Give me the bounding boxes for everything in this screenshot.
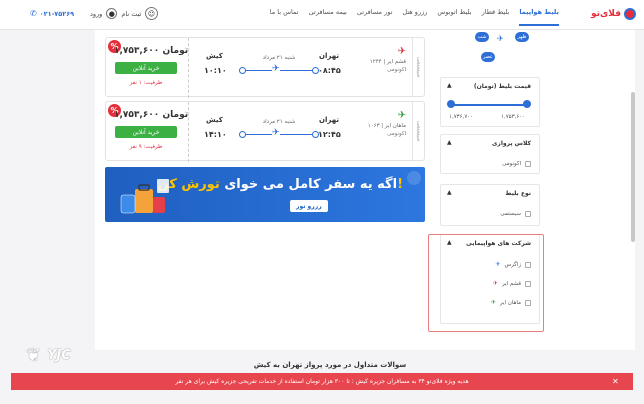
watermark-text: YJC <box>47 348 71 363</box>
nav-contact[interactable]: تماس با ما <box>270 8 299 26</box>
nav-train[interactable]: بلیط قطار <box>482 8 510 26</box>
banner-headline: اگه یه سفر کامل می خوای تورش کن! <box>157 177 403 192</box>
ticket-type-option-system[interactable]: سیستمی <box>500 211 531 217</box>
tour-promo-banner[interactable]: اگه یه سفر کامل می خوای تورش کن! رزرو تو… <box>105 167 425 222</box>
banner-decoration <box>407 171 421 185</box>
flight-card[interactable]: سیستمی ✈ ماهان ایر | ۱۰۶۳ اکونومی تهران … <box>105 101 425 162</box>
site-logo[interactable]: فلای‌تو <box>591 8 636 20</box>
plane-icon: ✈ <box>272 128 280 138</box>
login-link[interactable]: ورود <box>90 10 102 18</box>
collapse-caret-icon[interactable]: ▲ <box>447 189 452 196</box>
page-scrollbar[interactable] <box>631 92 635 242</box>
collapse-caret-icon[interactable]: ▲ <box>447 82 452 89</box>
seat-capacity: ظرفیت: ۱ نفر <box>129 80 163 86</box>
flight-time-map: شب ظهر عصر ✈ <box>445 30 540 72</box>
route-line: شنبه ۲۱ مرداد ✈ <box>239 119 319 140</box>
qeshm-air-logo-icon: ✈ <box>397 46 406 57</box>
signup-link[interactable]: ثبت نام <box>121 10 141 18</box>
price-slider-min-handle[interactable] <box>447 100 455 108</box>
main-nav: بلیط هواپیما بلیط قطار بلیط اتوبوس رزرو … <box>270 8 559 26</box>
yjc-logo-icon: ❦ <box>26 345 42 366</box>
destination-city: کیش <box>206 116 223 124</box>
top-navbar: فلای‌تو بلیط هواپیما بلیط قطار بلیط اتوب… <box>0 0 644 30</box>
class-option-economy[interactable]: اکونومی <box>502 161 531 167</box>
price-filter-title: قیمت بلیط (تومان) <box>473 83 531 90</box>
price-filter-panel: ▲ قیمت بلیط (تومان) ۱,۷۳۶,۷۰۰ ۱,۷۵۳,۶۰۰ <box>440 77 540 127</box>
destination-time: ۱۴:۱۰ <box>204 130 227 139</box>
phone-number: ۰۲۱-۷۵۲۶۹ <box>39 9 75 18</box>
flight-date: شنبه ۲۱ مرداد <box>262 55 296 61</box>
luggage-illustration-icon <box>120 179 169 214</box>
checkbox[interactable] <box>525 161 531 167</box>
destination-city: کیش <box>206 52 223 60</box>
ticket-price: ۱,۷۵۳,۶۰۰ تومان <box>114 110 189 120</box>
login-area[interactable]: ورود ● ثبت نام <box>90 8 141 19</box>
ticket-type-tag: سیستمی <box>412 38 424 96</box>
airline-name: قشم ایر | ۱۲۴۴ <box>369 59 406 65</box>
nav-flight[interactable]: بلیط هواپیما <box>519 8 559 26</box>
checkbox[interactable] <box>525 211 531 217</box>
time-node-night[interactable]: شب <box>475 32 489 42</box>
price-box: % ۱,۷۵۳,۶۰۰ تومان خرید آنلاین ظرفیت: ۹ ن… <box>106 102 189 162</box>
time-node-evening[interactable]: عصر <box>481 52 495 62</box>
mahan-air-logo-icon: ✈ <box>397 110 406 121</box>
ticket-type-filter-panel: ▲ نوع بلیط سیستمی <box>440 184 540 226</box>
airline-name: ماهان ایر | ۱۰۶۳ <box>367 123 406 129</box>
flight-date: شنبه ۲۱ مرداد <box>262 119 296 125</box>
price-max-value: ۱,۷۵۳,۶۰۰ <box>501 114 526 120</box>
promo-text: هدیه ویژه فلای‌تو ۳۴ به مسافران جزیره کی… <box>175 378 469 385</box>
close-icon[interactable]: ✕ <box>612 377 619 386</box>
class-filter-title: کلاس پروازی <box>491 140 531 147</box>
class-filter-panel: ▲ کلاس پروازی اکونومی <box>440 134 540 174</box>
logo-text: فلای‌تو <box>591 9 621 19</box>
nav-hotel[interactable]: رزرو هتل <box>402 8 427 26</box>
user-icon: ● <box>106 8 118 19</box>
seat-capacity: ظرفیت: ۹ نفر <box>129 144 163 150</box>
time-node-noon[interactable]: ظهر <box>515 32 529 42</box>
plane-icon: ✈ <box>272 64 280 74</box>
flight-class: اکونومی <box>387 67 406 73</box>
price-min-value: ۱,۷۳۶,۷۰۰ <box>449 114 474 120</box>
phone-icon: ✆ <box>30 9 37 18</box>
ticket-price: ۱,۷۵۳,۶۰۰ تومان <box>114 46 189 56</box>
ticket-type-tag: سیستمی <box>412 102 424 160</box>
destination-time: ۱۰:۱۰ <box>204 66 227 75</box>
origin-time: ۰۸:۴۵ <box>318 66 341 75</box>
annotation-highlight <box>428 234 544 332</box>
plane-icon: ✈ <box>497 34 504 43</box>
price-slider-max-handle[interactable] <box>523 100 531 108</box>
price-slider-track[interactable] <box>451 104 527 106</box>
flight-class: اکونومی <box>387 131 406 137</box>
nav-insurance[interactable]: بیمه مسافرتی <box>309 8 347 26</box>
price-box: % ۱,۷۵۳,۶۰۰ تومان خرید آنلاین ظرفیت: ۱ ن… <box>106 38 189 98</box>
faq-section-title: سوالات متداول در مورد پرواز تهران به کیش <box>253 361 407 369</box>
origin-city: تهران <box>319 116 339 124</box>
support-phone[interactable]: ✆ ۰۲۱-۷۵۲۶۹ <box>30 9 74 18</box>
book-tour-button[interactable]: رزرو تور <box>290 200 328 212</box>
nav-bus[interactable]: بلیط اتوبوس <box>437 8 471 26</box>
collapse-caret-icon[interactable]: ▲ <box>447 139 452 146</box>
nav-tour[interactable]: تور مسافرتی <box>357 8 393 26</box>
origin-city: تهران <box>319 52 339 60</box>
airline-info: ✈ ماهان ایر | ۱۰۶۳ اکونومی <box>368 110 406 137</box>
flight-card[interactable]: سیستمی ✈ قشم ایر | ۱۲۴۴ اکونومی تهران ۰۸… <box>105 37 425 98</box>
ticket-type-filter-title: نوع بلیط <box>505 190 531 197</box>
buy-online-button[interactable]: خرید آنلاین <box>115 126 177 138</box>
origin-time: ۱۲:۴۵ <box>318 130 341 139</box>
airline-info: ✈ قشم ایر | ۱۲۴۴ اکونومی <box>370 46 406 73</box>
buy-online-button[interactable]: خرید آنلاین <box>115 62 177 74</box>
yjc-watermark: ❦ YJC <box>26 345 71 366</box>
promo-bar[interactable]: هدیه ویژه فلای‌تو ۳۴ به مسافران جزیره کی… <box>11 373 633 390</box>
logo-mark-icon <box>624 8 636 20</box>
route-line: شنبه ۲۱ مرداد ✈ <box>239 55 319 76</box>
support-icon[interactable]: ☺ <box>145 7 158 20</box>
